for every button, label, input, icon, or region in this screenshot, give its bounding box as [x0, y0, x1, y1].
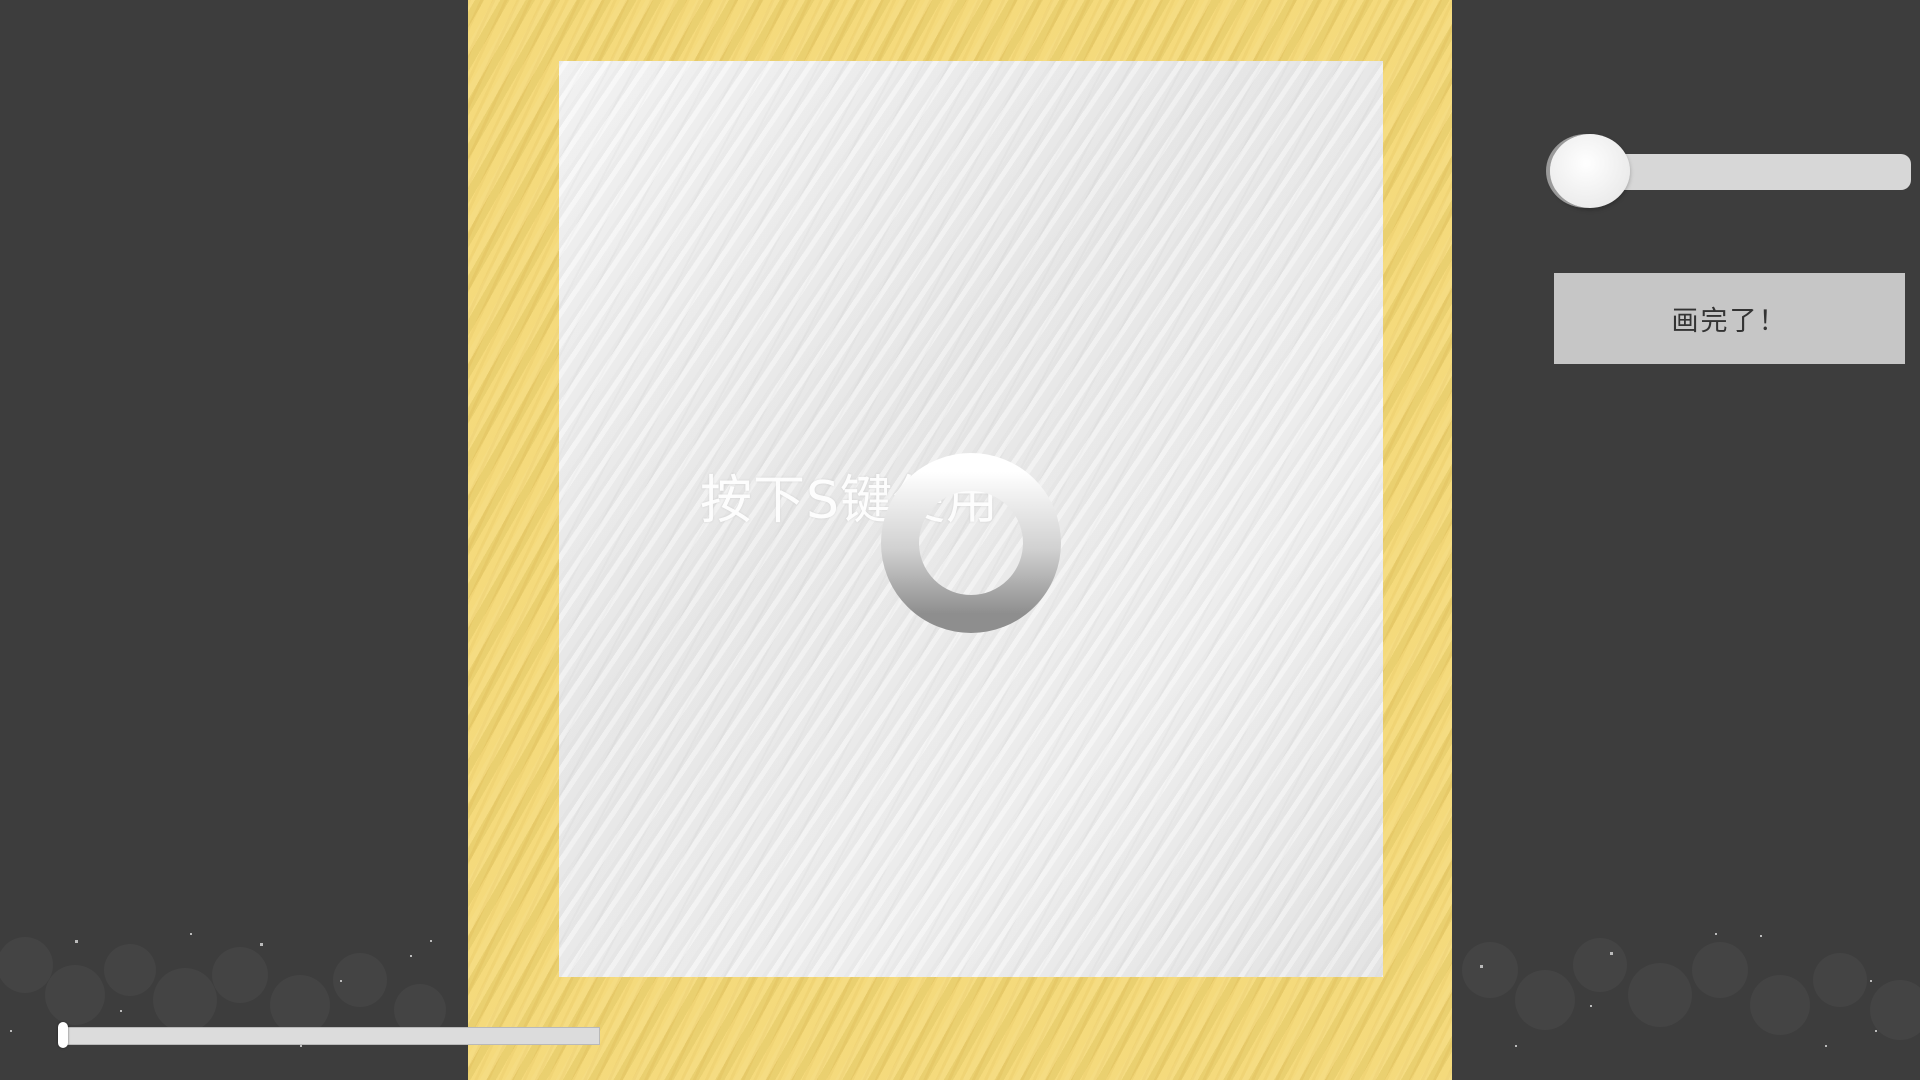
progress-slider-track[interactable]: [62, 1027, 600, 1045]
game-screen: 按下S键使用 画完了！: [0, 0, 1920, 1080]
loading-ring-icon: [881, 453, 1061, 633]
done-button[interactable]: 画完了！: [1554, 273, 1905, 364]
brush-size-slider-knob[interactable]: [1550, 134, 1630, 208]
progress-slider-knob[interactable]: [58, 1022, 68, 1048]
